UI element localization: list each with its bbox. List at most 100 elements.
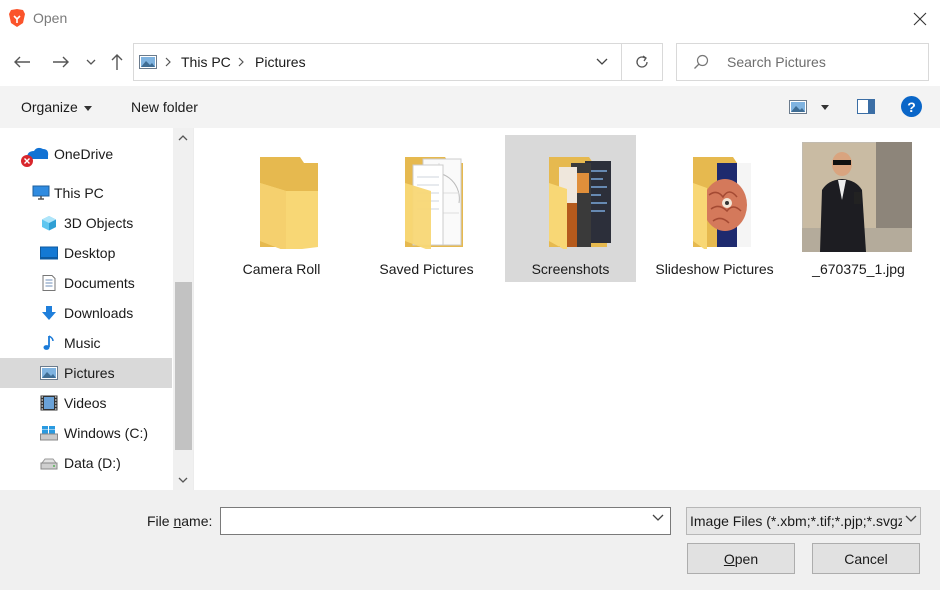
sidebar-item-windows-c[interactable]: Windows (C:): [0, 418, 172, 448]
file-name-input[interactable]: [220, 507, 671, 535]
open-button[interactable]: Open: [687, 543, 795, 574]
sidebar-item-onedrive[interactable]: OneDrive: [0, 139, 172, 169]
scrollbar-thumb[interactable]: [175, 282, 192, 450]
computer-icon: [32, 185, 50, 200]
sidebar-item-label: Downloads: [64, 305, 134, 321]
recent-locations-button[interactable]: [80, 50, 102, 74]
folder-with-screenshots-icon: [549, 157, 611, 249]
3d-objects-icon: [42, 216, 56, 231]
view-icon: [789, 100, 807, 114]
open-button-label: pen: [734, 550, 759, 567]
organize-label: Organize: [21, 99, 78, 115]
change-view-button[interactable]: [789, 99, 831, 117]
pictures-icon: [40, 366, 58, 380]
file-type-filter-select[interactable]: Image Files (*.xbm;*.tif;*.pjp;*.svgz;*.…: [686, 507, 921, 535]
file-tile-slideshow-pictures[interactable]: Slideshow Pictures: [649, 135, 780, 282]
sidebar-item-label: OneDrive: [54, 146, 114, 162]
file-name: Camera Roll: [242, 261, 321, 277]
sidebar-item-videos[interactable]: Videos: [0, 388, 172, 418]
chevron-down-icon: [596, 58, 608, 65]
sidebar-item-label: Windows (C:): [64, 425, 149, 441]
sidebar-item-music[interactable]: Music: [0, 328, 172, 358]
sidebar-item-label: Documents: [64, 275, 135, 291]
sidebar-item-data-d[interactable]: Data (D:): [0, 448, 172, 478]
sidebar-item-label: Desktop: [64, 245, 116, 261]
sidebar-item-label: Music: [64, 335, 101, 351]
sidebar-item-desktop[interactable]: Desktop: [0, 238, 172, 268]
brave-lion-icon: [9, 9, 25, 27]
refresh-icon: [636, 55, 648, 68]
up-button[interactable]: [105, 50, 129, 74]
open-button-mnemonic: O: [723, 550, 735, 567]
sidebar-item-3d-objects[interactable]: 3D Objects: [0, 208, 172, 238]
file-name: Slideshow Pictures: [655, 261, 774, 277]
back-button[interactable]: [10, 50, 34, 74]
refresh-button[interactable]: [629, 50, 655, 74]
sidebar-item-pictures[interactable]: Pictures: [0, 358, 172, 388]
breadcrumb-pictures[interactable]: Pictures: [255, 54, 306, 70]
arrow-left-icon: [14, 56, 30, 68]
chevron-right-icon: [238, 57, 244, 67]
search-box[interactable]: Search Pictures: [676, 43, 929, 81]
file-name: _670375_1.jpg: [812, 261, 905, 277]
sidebar-item-downloads[interactable]: Downloads: [0, 298, 172, 328]
organize-button[interactable]: Organize: [21, 99, 92, 115]
navigation-bar: This PC Pictures Search Pictures: [0, 38, 940, 86]
chevron-down-icon: [905, 515, 917, 522]
scroll-up-button[interactable]: [173, 130, 193, 146]
file-tile-saved-pictures[interactable]: Saved Pictures: [361, 135, 492, 282]
file-tile-screenshots[interactable]: Screenshots: [505, 135, 636, 282]
search-placeholder: Search Pictures: [727, 54, 826, 70]
file-name: Saved Pictures: [379, 261, 474, 277]
file-name-label-prefix: File: [147, 513, 174, 529]
chevron-down-icon[interactable]: [652, 514, 664, 522]
cancel-button[interactable]: Cancel: [812, 543, 920, 574]
close-button[interactable]: [906, 6, 934, 32]
caret-down-icon: [821, 105, 829, 110]
file-name: Screenshots: [531, 261, 610, 277]
scroll-down-button[interactable]: [173, 472, 193, 488]
forward-button[interactable]: [49, 50, 73, 74]
folder-icon: [260, 157, 318, 249]
help-button[interactable]: ?: [901, 96, 922, 117]
film-icon: [40, 395, 58, 411]
file-tile-camera-roll[interactable]: Camera Roll: [216, 135, 347, 282]
address-divider: [621, 44, 622, 80]
sidebar-item-label: Pictures: [64, 365, 115, 381]
search-icon: [694, 54, 709, 69]
drive-icon: [40, 458, 58, 470]
file-type-filter-value: Image Files (*.xbm;*.tif;*.pjp;*.svgz;*.…: [690, 513, 902, 529]
file-tile-670375-1-jpg[interactable]: _670375_1.jpg: [793, 135, 924, 282]
desktop-icon: [40, 246, 58, 260]
photo-thumbnail-icon: [802, 142, 912, 252]
sidebar-item-label: Videos: [64, 395, 107, 411]
documents-icon: [42, 275, 56, 291]
sidebar-item-label: Data (D:): [64, 455, 121, 471]
preview-pane-icon: [857, 99, 875, 114]
caret-down-icon: [83, 105, 92, 111]
chevron-down-icon: [178, 477, 188, 483]
file-name-label-suffix: ame:: [181, 513, 213, 529]
file-list: Camera Roll Saved Pictures Screenshots S…: [195, 128, 940, 490]
music-note-icon: [43, 335, 54, 350]
arrow-up-icon: [111, 54, 123, 70]
window-title: Open: [33, 10, 68, 26]
help-icon: ?: [907, 98, 916, 115]
sidebar-item-this-pc[interactable]: This PC: [0, 178, 172, 208]
onedrive-error-icon: [21, 147, 49, 167]
chevron-up-icon: [178, 135, 188, 141]
breadcrumb-this-pc[interactable]: This PC: [181, 54, 231, 70]
command-toolbar: Organize New folder ?: [0, 86, 940, 128]
new-folder-button[interactable]: New folder: [131, 99, 198, 115]
address-dropdown-button[interactable]: [590, 53, 614, 71]
address-bar[interactable]: This PC Pictures: [133, 43, 663, 81]
download-arrow-icon: [42, 306, 56, 320]
folder-with-brain-image-icon: [693, 157, 751, 249]
sidebar-item-documents[interactable]: Documents: [0, 268, 172, 298]
chevron-right-icon: [165, 57, 171, 67]
file-name-label: File name:: [147, 513, 212, 529]
preview-pane-button[interactable]: [857, 99, 875, 117]
sidebar-item-label: This PC: [54, 185, 104, 201]
title-bar: Open: [0, 0, 940, 38]
sidebar-scrollbar[interactable]: [173, 128, 193, 490]
